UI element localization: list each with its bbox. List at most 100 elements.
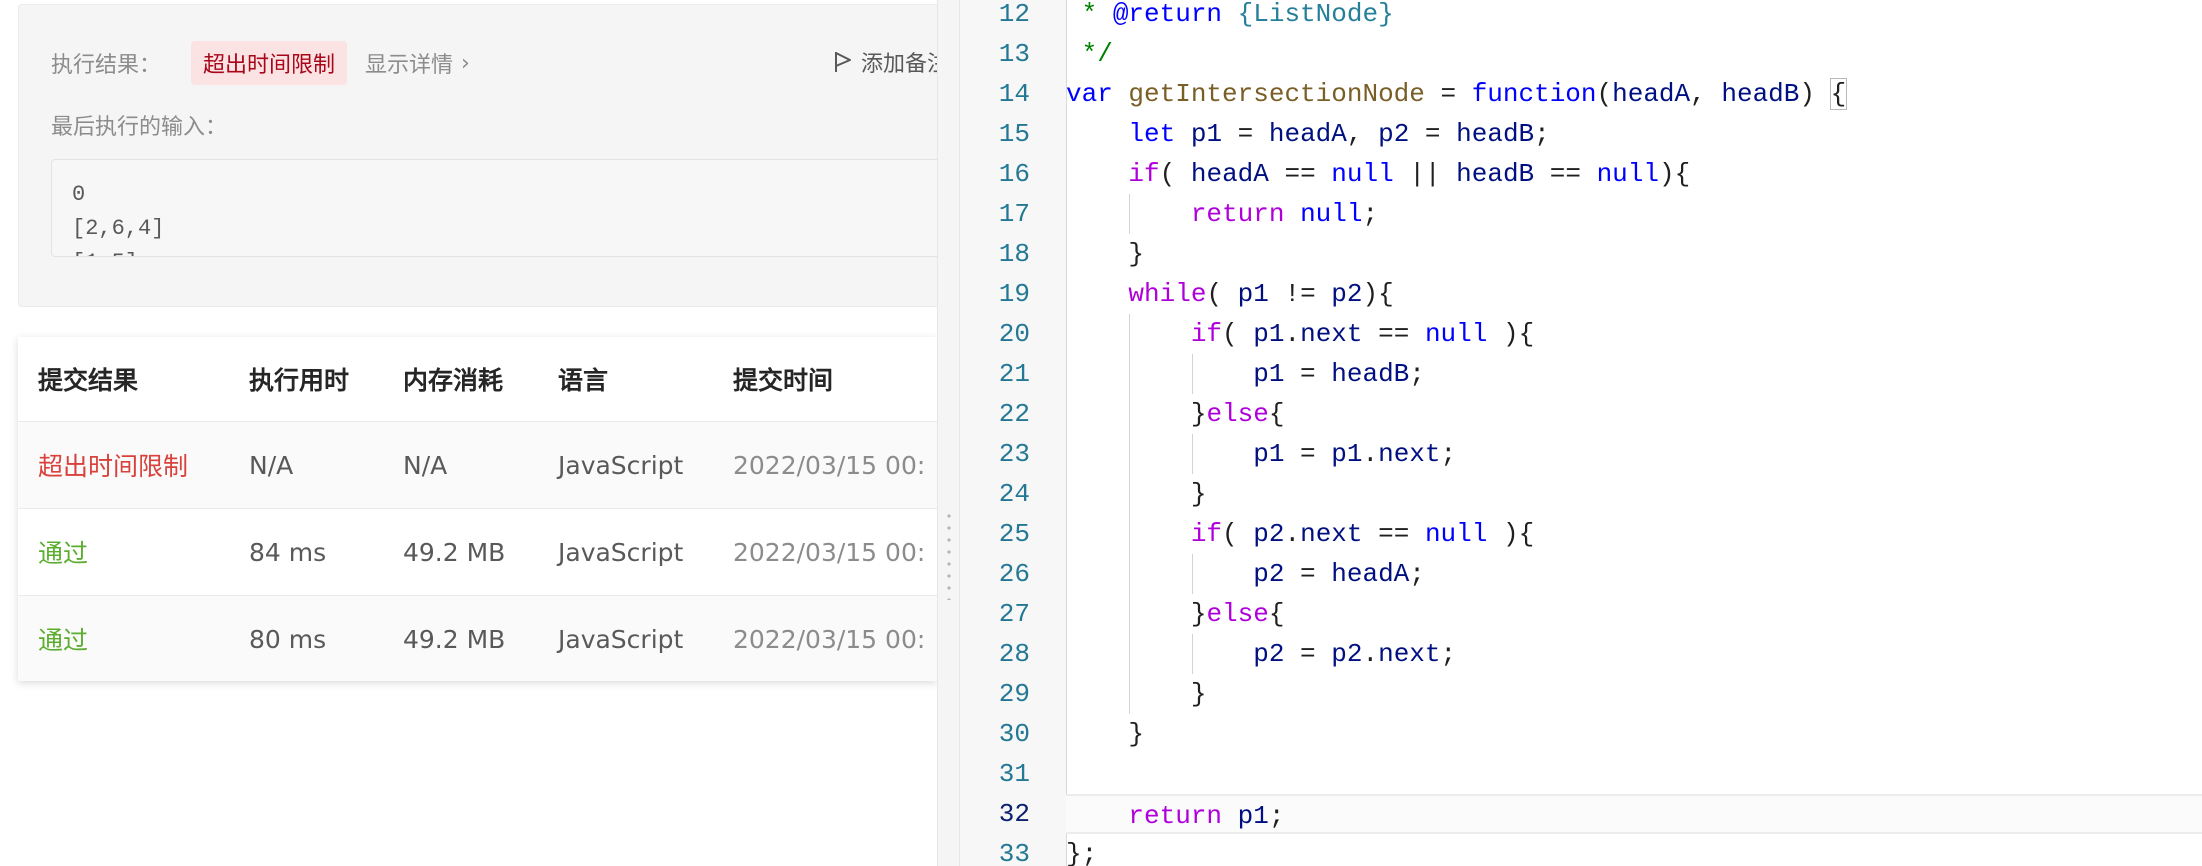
code-lines[interactable]: 12 * @return {ListNode} 13 */ 14 var getInt… [960, 0, 2202, 866]
code-text[interactable]: } [1066, 474, 2202, 514]
code-line[interactable]: 24 } [960, 474, 2202, 514]
last-input-box: 0 [2,6,4] [1,5] [51, 159, 937, 257]
code-line[interactable]: 13 */ [960, 34, 2202, 74]
header-submit-time: 提交时间 [733, 366, 834, 395]
line-number: 29 [998, 679, 1030, 709]
execution-status-badge: 超出时间限制 [191, 41, 348, 85]
table-row[interactable]: 通过 80 ms 49.2 MB JavaScript 2022/03/15 0… [18, 596, 937, 681]
header-memory: 内存消耗 [403, 366, 504, 395]
code-line[interactable]: 18 } [960, 234, 2202, 274]
show-details-link[interactable]: 显示详情 › [365, 47, 470, 79]
code-line[interactable]: 30 } [960, 714, 2202, 754]
indent-guide [1191, 634, 1193, 674]
input-line: [1,5] [52, 246, 937, 256]
execution-result-card: 执行结果： 超出时间限制 显示详情 › 添加备注 最后执行的输入： 0 [2,6… [18, 4, 937, 307]
drag-grip-icon[interactable] [947, 510, 951, 600]
code-line[interactable]: 28 p2 = p2.next; [960, 634, 2202, 674]
row-memory: N/A [403, 450, 448, 480]
row-submit-time: 2022/03/15 00: [733, 624, 926, 654]
indent-guide [1129, 194, 1131, 234]
code-text[interactable]: while( p1 != p2){ [1066, 274, 2202, 314]
code-text[interactable]: p1 = headB; [1066, 354, 2202, 394]
line-number: 28 [998, 639, 1030, 669]
code-line[interactable]: 19 while( p1 != p2){ [960, 274, 2202, 314]
code-line[interactable]: 17 return null; [960, 194, 2202, 234]
code-text[interactable]: var getIntersectionNode = function(headA… [1066, 74, 2202, 114]
code-line[interactable]: 12 * @return {ListNode} [960, 0, 2202, 34]
table-row[interactable]: 通过 84 ms 49.2 MB JavaScript 2022/03/15 0… [18, 509, 937, 596]
line-number: 14 [998, 79, 1030, 109]
row-submit-time: 2022/03/15 00: [733, 537, 926, 567]
row-language: JavaScript [558, 624, 684, 654]
indent-guide [1129, 554, 1131, 594]
code-line[interactable]: 20 if( p1.next == null ){ [960, 314, 2202, 354]
code-line[interactable]: 21 p1 = headB; [960, 354, 2202, 394]
input-line: [2,6,4] [72, 216, 165, 241]
code-line[interactable]: 16 if( headA == null || headB == null){ [960, 154, 2202, 194]
code-text[interactable]: return p1; [1066, 794, 2202, 834]
code-line[interactable]: 31 [960, 754, 2202, 794]
indent-guide [1129, 394, 1131, 434]
line-number: 23 [998, 439, 1030, 469]
code-line[interactable]: 15 let p1 = headA, p2 = headB; [960, 114, 2202, 154]
table-header: 提交结果 执行用时 内存消耗 语言 提交时间 [18, 337, 937, 422]
line-number: 12 [998, 0, 1030, 29]
code-editor[interactable]: 12 * @return {ListNode} 13 */ 14 var getInt… [960, 0, 2202, 866]
line-number: 17 [998, 199, 1030, 229]
indent-guide [1129, 474, 1131, 514]
add-note-button[interactable]: 添加备注 [833, 46, 937, 78]
line-number: 31 [998, 759, 1030, 789]
code-text[interactable]: }else{ [1066, 594, 2202, 634]
code-line[interactable]: 29 } [960, 674, 2202, 714]
code-line[interactable]: 25 if( p2.next == null ){ [960, 514, 2202, 554]
code-text[interactable]: return null; [1066, 194, 2202, 234]
row-status[interactable]: 通过 [38, 596, 88, 681]
code-text[interactable] [1066, 754, 2202, 794]
execution-result-row: 执行结果： 超出时间限制 显示详情 › [51, 41, 470, 85]
code-text[interactable]: if( p2.next == null ){ [1066, 514, 2202, 554]
code-text[interactable]: let p1 = headA, p2 = headB; [1066, 114, 2202, 154]
code-text[interactable]: if( p1.next == null ){ [1066, 314, 2202, 354]
line-number: 24 [998, 479, 1030, 509]
code-text[interactable]: }else{ [1066, 394, 2202, 434]
code-text[interactable]: */ [1066, 34, 2202, 74]
header-language: 语言 [558, 366, 609, 395]
line-number: 15 [998, 119, 1030, 149]
row-status[interactable]: 超出时间限制 [38, 422, 188, 508]
table-row[interactable]: 超出时间限制 N/A N/A JavaScript 2022/03/15 00: [18, 422, 937, 509]
code-line[interactable]: 14 var getIntersectionNode = function(hea… [960, 74, 2202, 114]
code-text[interactable]: } [1066, 714, 2202, 754]
left-pane: 执行结果： 超出时间限制 显示详情 › 添加备注 最后执行的输入： 0 [2,6… [0, 0, 937, 866]
row-runtime: 80 ms [249, 624, 327, 654]
code-text[interactable]: }; [1066, 834, 2202, 866]
code-text[interactable]: p2 = headA; [1066, 554, 2202, 594]
panel-resize-handle[interactable] [937, 0, 960, 866]
show-details-label: 显示详情 [365, 53, 454, 78]
code-text[interactable]: p2 = p2.next; [1066, 634, 2202, 674]
code-text[interactable]: * @return {ListNode} [1066, 0, 2202, 34]
code-line[interactable]: 32 return p1; [960, 794, 2202, 834]
chevron-right-icon: › [461, 50, 470, 76]
code-line[interactable]: 26 p2 = headA; [960, 554, 2202, 594]
row-memory: 49.2 MB [403, 537, 506, 567]
code-line[interactable]: 23 p1 = p1.next; [960, 434, 2202, 474]
code-line[interactable]: 33}; [960, 834, 2202, 866]
code-line[interactable]: 22 }else{ [960, 394, 2202, 434]
code-text[interactable]: p1 = p1.next; [1066, 434, 2202, 474]
code-text[interactable]: } [1066, 234, 2202, 274]
indent-guide [1129, 594, 1131, 634]
submissions-table: 提交结果 执行用时 内存消耗 语言 提交时间 超出时间限制 N/A N/A Ja… [18, 337, 937, 681]
code-line[interactable]: 27 }else{ [960, 594, 2202, 634]
row-status[interactable]: 通过 [38, 509, 88, 595]
indent-guide [1129, 514, 1131, 554]
indent-guide [1191, 554, 1193, 594]
line-number: 32 [998, 799, 1030, 829]
code-text[interactable]: } [1066, 674, 2202, 714]
line-number: 21 [998, 359, 1030, 389]
line-number: 20 [998, 319, 1030, 349]
indent-guide [1129, 674, 1131, 714]
header-runtime: 执行用时 [249, 366, 350, 395]
indent-guide [1129, 354, 1131, 394]
code-text[interactable]: if( headA == null || headB == null){ [1066, 154, 2202, 194]
add-note-label: 添加备注 [861, 52, 937, 77]
